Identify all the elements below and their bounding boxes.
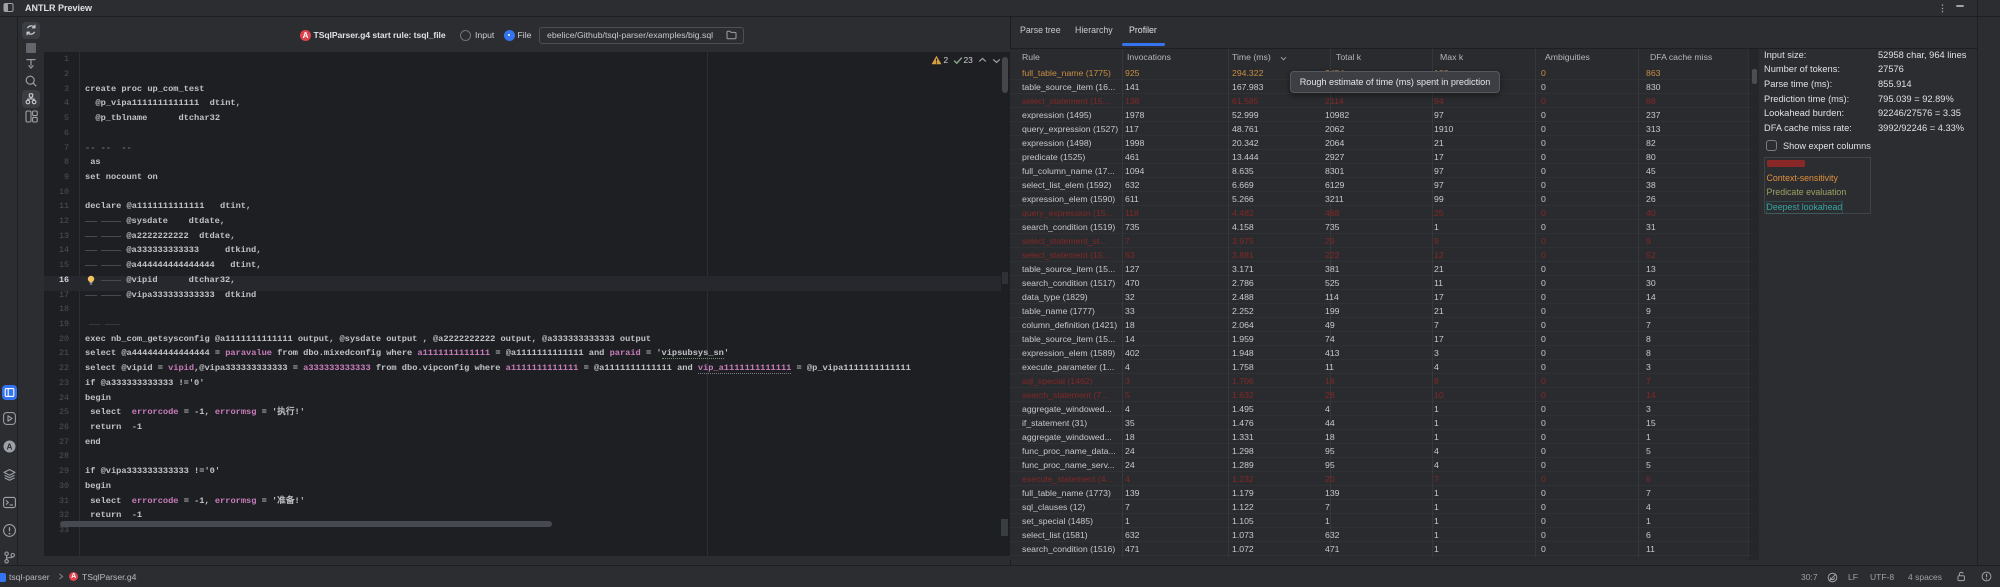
svg-text:A: A — [7, 442, 13, 451]
